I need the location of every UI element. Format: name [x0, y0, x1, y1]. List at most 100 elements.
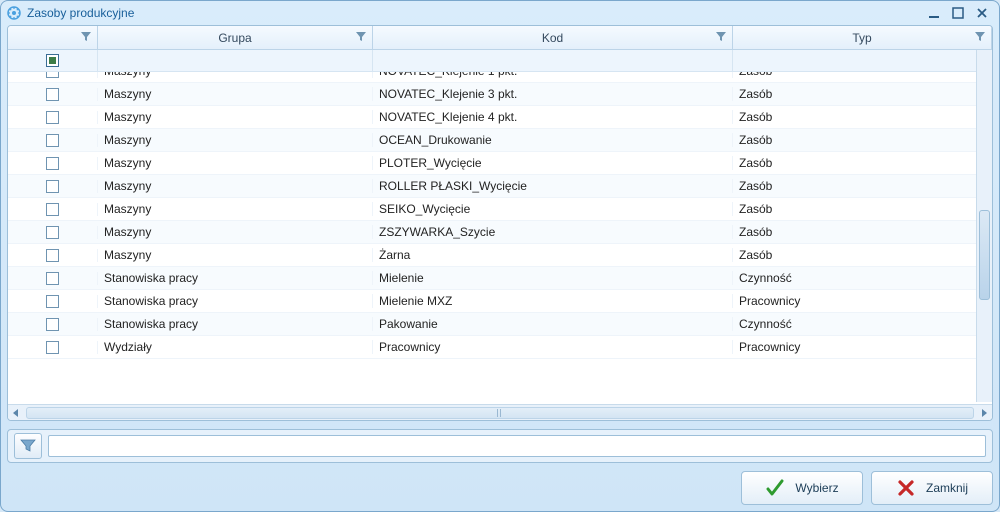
table-row[interactable]: MaszynyNOVATEC_Klejenie 3 pkt.Zasób — [8, 83, 992, 106]
filter-cell-grupa[interactable] — [98, 50, 373, 71]
table-row[interactable]: MaszynyPLOTER_WycięcieZasób — [8, 152, 992, 175]
row-checkbox-cell[interactable] — [8, 249, 98, 262]
maximize-button[interactable] — [947, 5, 969, 21]
filter-cell-typ[interactable] — [733, 50, 992, 71]
button-label: Wybierz — [795, 481, 838, 495]
row-checkbox-cell[interactable] — [8, 295, 98, 308]
cell-kod: Mielenie — [373, 271, 733, 285]
row-checkbox[interactable] — [46, 226, 59, 239]
cell-grupa: Stanowiska pracy — [98, 317, 373, 331]
window-title: Zasoby produkcyjne — [27, 6, 134, 20]
table-row[interactable]: MaszynyNOVATEC_Klejenie 1 pkt.Zasób — [8, 72, 992, 83]
grid-body: MaszynyNOVATEC_Klejenie 1 pkt.ZasóbMaszy… — [8, 72, 992, 404]
filter-cell-checkbox[interactable] — [8, 50, 98, 71]
scroll-left-icon[interactable] — [8, 405, 24, 421]
row-checkbox-cell[interactable] — [8, 88, 98, 101]
row-checkbox[interactable] — [46, 249, 59, 262]
cell-grupa: Wydziały — [98, 340, 373, 354]
close-button[interactable]: Zamknij — [871, 471, 993, 505]
cell-grupa: Maszyny — [98, 202, 373, 216]
column-header-label: Kod — [542, 31, 563, 45]
cell-kod: PLOTER_Wycięcie — [373, 156, 733, 170]
cell-typ: Zasób — [733, 133, 992, 147]
filter-input[interactable] — [48, 435, 986, 457]
row-checkbox[interactable] — [46, 88, 59, 101]
table-row[interactable]: Stanowiska pracyMielenie MXZPracownicy — [8, 290, 992, 313]
cell-kod: Żarna — [373, 248, 733, 262]
row-checkbox[interactable] — [46, 111, 59, 124]
scrollbar-thumb[interactable] — [979, 210, 990, 300]
minimize-button[interactable] — [923, 5, 945, 21]
row-checkbox[interactable] — [46, 180, 59, 193]
row-checkbox-cell[interactable] — [8, 180, 98, 193]
button-label: Zamknij — [926, 481, 968, 495]
row-checkbox-cell[interactable] — [8, 341, 98, 354]
table-row[interactable]: MaszynyNOVATEC_Klejenie 4 pkt.Zasób — [8, 106, 992, 129]
grid-panel: Grupa Kod Typ — [7, 25, 993, 421]
row-checkbox-cell[interactable] — [8, 111, 98, 124]
cell-typ: Zasób — [733, 225, 992, 239]
filter-icon[interactable] — [975, 31, 985, 45]
row-checkbox[interactable] — [46, 272, 59, 285]
indeterminate-checkbox[interactable] — [46, 54, 59, 67]
table-row[interactable]: Stanowiska pracyMielenieCzynność — [8, 267, 992, 290]
table-row[interactable]: WydziałyPracownicyPracownicy — [8, 336, 992, 359]
filter-cell-kod[interactable] — [373, 50, 733, 71]
row-checkbox[interactable] — [46, 72, 59, 78]
row-checkbox-cell[interactable] — [8, 157, 98, 170]
scroll-right-icon[interactable] — [976, 405, 992, 421]
horizontal-scrollbar[interactable] — [8, 404, 992, 420]
column-header-checkbox[interactable] — [8, 26, 98, 49]
cell-typ: Czynność — [733, 317, 992, 331]
row-checkbox-cell[interactable] — [8, 226, 98, 239]
titlebar: Zasoby produkcyjne — [1, 1, 999, 25]
filter-bar — [7, 429, 993, 463]
content-area: Grupa Kod Typ — [7, 25, 993, 505]
row-checkbox[interactable] — [46, 203, 59, 216]
cell-kod: ZSZYWARKA_Szycie — [373, 225, 733, 239]
filter-row — [8, 50, 992, 72]
cell-grupa: Maszyny — [98, 110, 373, 124]
cell-grupa: Maszyny — [98, 87, 373, 101]
row-checkbox-cell[interactable] — [8, 203, 98, 216]
row-checkbox-cell[interactable] — [8, 272, 98, 285]
filter-icon[interactable] — [81, 31, 91, 45]
row-checkbox[interactable] — [46, 318, 59, 331]
cell-typ: Pracownicy — [733, 340, 992, 354]
select-button[interactable]: Wybierz — [741, 471, 863, 505]
cell-typ: Zasób — [733, 156, 992, 170]
row-checkbox-cell[interactable] — [8, 72, 98, 78]
vertical-scrollbar[interactable] — [976, 50, 992, 402]
filter-button[interactable] — [14, 433, 42, 459]
row-checkbox-cell[interactable] — [8, 318, 98, 331]
column-header-kod[interactable]: Kod — [373, 26, 733, 49]
table-row[interactable]: MaszynyZSZYWARKA_SzycieZasób — [8, 221, 992, 244]
cell-grupa: Stanowiska pracy — [98, 271, 373, 285]
table-row[interactable]: Stanowiska pracyPakowanieCzynność — [8, 313, 992, 336]
close-window-button[interactable] — [971, 5, 993, 21]
cell-kod: Pracownicy — [373, 340, 733, 354]
x-icon — [896, 478, 916, 498]
table-row[interactable]: MaszynyROLLER PŁASKI_WycięcieZasób — [8, 175, 992, 198]
scrollbar-track[interactable] — [26, 407, 974, 419]
cell-typ: Zasób — [733, 87, 992, 101]
row-checkbox[interactable] — [46, 157, 59, 170]
row-checkbox[interactable] — [46, 134, 59, 147]
cell-typ: Zasób — [733, 248, 992, 262]
row-checkbox[interactable] — [46, 295, 59, 308]
table-row[interactable]: MaszynyŻarnaZasób — [8, 244, 992, 267]
table-row[interactable]: MaszynySEIKO_WycięcieZasób — [8, 198, 992, 221]
cell-kod: NOVATEC_Klejenie 1 pkt. — [373, 72, 733, 78]
row-checkbox[interactable] — [46, 341, 59, 354]
column-header-grupa[interactable]: Grupa — [98, 26, 373, 49]
cell-kod: NOVATEC_Klejenie 4 pkt. — [373, 110, 733, 124]
check-icon — [765, 478, 785, 498]
row-checkbox-cell[interactable] — [8, 134, 98, 147]
table-row[interactable]: MaszynyOCEAN_DrukowanieZasób — [8, 129, 992, 152]
column-header-typ[interactable]: Typ — [733, 26, 992, 49]
cell-kod: SEIKO_Wycięcie — [373, 202, 733, 216]
cell-kod: ROLLER PŁASKI_Wycięcie — [373, 179, 733, 193]
filter-icon[interactable] — [716, 31, 726, 45]
cell-kod: NOVATEC_Klejenie 3 pkt. — [373, 87, 733, 101]
filter-icon[interactable] — [356, 31, 366, 45]
